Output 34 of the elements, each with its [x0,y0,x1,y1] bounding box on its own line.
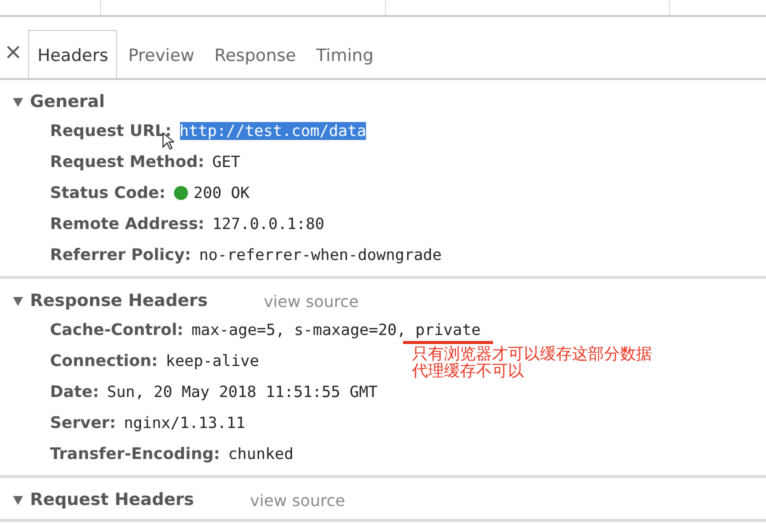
header-name: Transfer-Encoding: [50,444,220,463]
tab[interactable]: Response [205,30,306,78]
header-value: Sun, 20 May 2018 11:51:55 GMT [106,382,378,400]
annotation-text: 只有浏览器才可以缓存这部分数据 代理缓存不可以 [412,345,652,379]
header-name: Referrer Policy: [50,245,192,264]
header-name: Server: [50,413,116,432]
tab[interactable]: Preview [119,30,204,78]
collapse-triangle-icon[interactable] [12,96,24,108]
header-value: 200 OK [194,184,250,202]
header-value: nginx/1.13.11 [124,414,246,432]
header-name: Date: [50,382,99,401]
header-value: chunked [228,444,294,462]
section-toggle[interactable]: Request Headers [12,490,194,510]
header-value: GET [212,152,240,170]
collapse-triangle-icon[interactable] [12,295,24,307]
header-name: Connection: [50,351,158,370]
view-source-link[interactable]: view source [264,292,359,310]
header-name: Status Code: [50,183,166,202]
header-value: http://test.com/data [180,122,366,140]
header-value: keep-alive [166,352,260,370]
header-name: Cache-Control: [50,320,184,339]
header-name: Request URL: [50,121,172,140]
header-value: no-referrer-when-downgrade [199,246,442,264]
header-value: 127.0.0.1:80 [212,214,324,232]
collapse-triangle-icon[interactable] [12,494,24,506]
header-value: max-age=5, s-maxage=20, private [191,320,481,338]
header-name: Request Method: [50,152,204,171]
tab[interactable]: Headers [28,30,118,78]
close-button[interactable]: × [2,42,28,78]
section-toggle[interactable]: General [12,92,105,112]
view-source-link[interactable]: view source [250,490,346,510]
tab[interactable]: Timing [307,30,382,78]
section-toggle[interactable]: Response Headers [12,291,208,311]
header-name: Remote Address: [50,214,204,233]
